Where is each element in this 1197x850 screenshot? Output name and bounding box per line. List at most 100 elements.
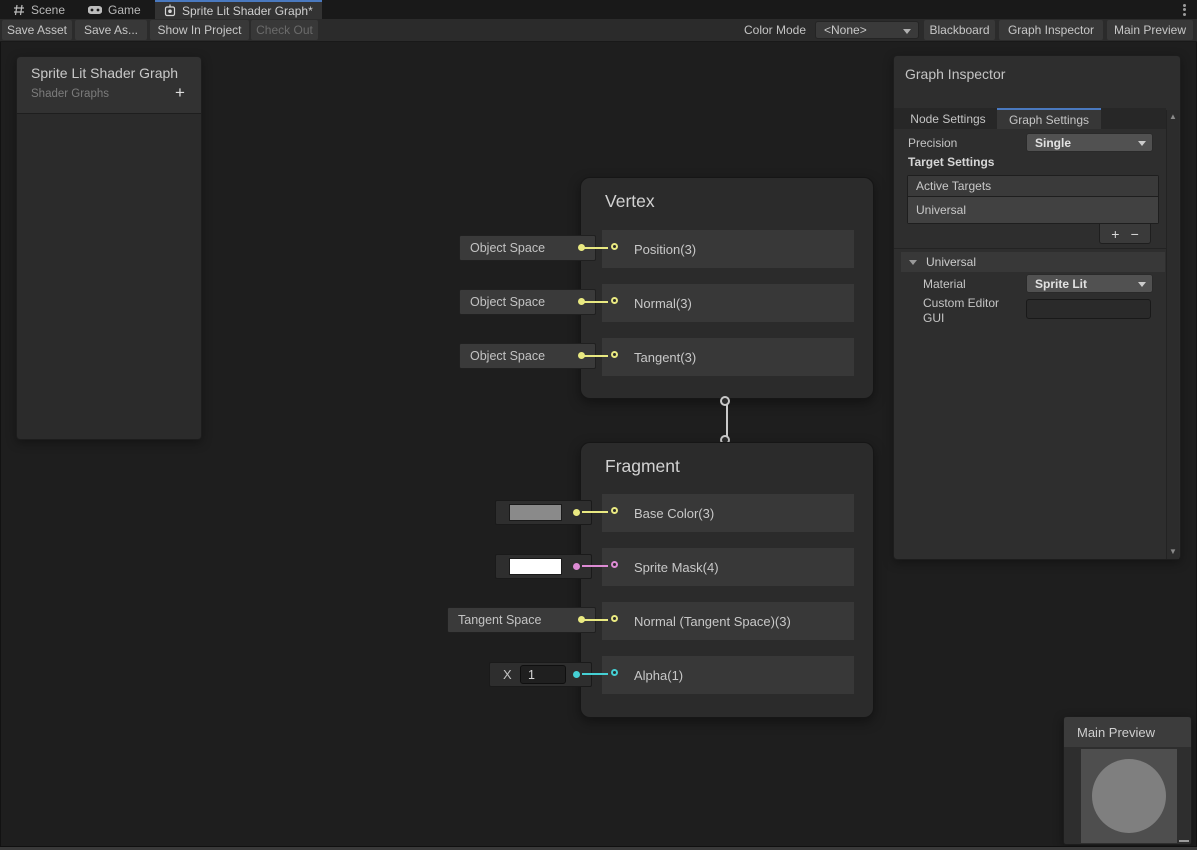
blackboard-subtitle: Shader Graphs — [31, 88, 109, 100]
active-target-item[interactable]: Universal — [908, 197, 1158, 223]
blackboard-header: Sprite Lit Shader Graph Shader Graphs + — [17, 57, 201, 114]
base-color-field[interactable] — [495, 500, 592, 525]
scroll-up-icon[interactable]: ▲ — [1169, 113, 1177, 121]
gamepad-icon — [88, 5, 102, 15]
custom-editor-gui-label: Custom Editor GUI — [923, 296, 1018, 326]
wire — [582, 619, 608, 621]
sprite-mask-port-icon[interactable] — [611, 561, 618, 568]
precision-label: Precision — [908, 136, 957, 150]
graph-inspector-panel[interactable]: Graph Inspector Node Settings Graph Sett… — [893, 55, 1181, 560]
window-tab-bar: Scene Game Sprite Lit Shader Graph* — [0, 0, 1197, 19]
tab-label: Node Settings — [910, 112, 985, 126]
blackboard-title: Sprite Lit Shader Graph — [31, 65, 178, 81]
normal-port-icon[interactable] — [611, 297, 618, 304]
fragment-port-normal-ts: Normal (Tangent Space)(3) — [602, 602, 854, 640]
edge-ring-top[interactable] — [720, 396, 730, 406]
show-in-project-button[interactable]: Show In Project — [150, 20, 249, 40]
base-color-port-icon[interactable] — [611, 507, 618, 514]
dropdown-value: <None> — [824, 23, 867, 37]
inspector-tab-strip: Node Settings Graph Settings — [894, 108, 1166, 129]
port-label: Tangent(3) — [634, 338, 696, 376]
preview-render-area — [1081, 749, 1177, 843]
add-property-button[interactable]: + — [170, 83, 190, 103]
port-label: Base Color(3) — [634, 494, 714, 532]
shader-graph-window: Scene Game Sprite Lit Shader Graph* Save… — [0, 0, 1197, 850]
foldout-triangle-icon — [909, 260, 917, 265]
normal-tangent-space-dropdown[interactable]: Tangent Space — [447, 607, 596, 633]
remove-target-button[interactable]: − — [1131, 226, 1139, 242]
fragment-port-base-color: Base Color(3) — [602, 494, 854, 532]
blackboard-toggle-button[interactable]: Blackboard — [924, 20, 995, 40]
port-connector-dot[interactable] — [573, 563, 580, 570]
wire — [582, 301, 608, 303]
window-bottom-strip — [0, 846, 1197, 850]
main-preview-toggle-button[interactable]: Main Preview — [1107, 20, 1193, 40]
save-as-button[interactable]: Save As... — [75, 20, 147, 40]
port-label: Sprite Mask(4) — [634, 548, 719, 586]
color-mode-label: Color Mode — [744, 20, 806, 40]
universal-foldout[interactable]: Universal — [901, 252, 1165, 272]
fragment-port-alpha: Alpha(1) — [602, 656, 854, 694]
add-target-button[interactable]: + — [1111, 226, 1119, 242]
button-label: Check Out — [256, 23, 313, 37]
active-targets-list: Active Targets Universal — [907, 175, 1159, 224]
scroll-down-icon[interactable]: ▼ — [1169, 548, 1177, 556]
divider — [894, 248, 1166, 249]
custom-editor-gui-input[interactable] — [1026, 299, 1151, 319]
vertex-node-title: Vertex — [605, 191, 655, 212]
tab-scene[interactable]: Scene — [4, 0, 74, 19]
tab-graph-settings[interactable]: Graph Settings — [997, 108, 1101, 129]
dropdown-value: Object Space — [470, 241, 545, 255]
graph-inspector-toggle-button[interactable]: Graph Inspector — [999, 20, 1103, 40]
grid-icon — [13, 4, 25, 16]
port-connector-dot[interactable] — [573, 509, 580, 516]
label-line: GUI — [923, 311, 944, 325]
vertex-port-normal: Normal(3) — [602, 284, 854, 322]
main-preview-header: Main Preview — [1064, 717, 1191, 747]
port-label: Normal (Tangent Space)(3) — [634, 602, 791, 640]
foldout-label: Universal — [926, 255, 976, 269]
port-connector-dot[interactable] — [573, 671, 580, 678]
chevron-down-icon — [1138, 282, 1146, 287]
port-label: Normal(3) — [634, 284, 692, 322]
precision-dropdown[interactable]: Single — [1026, 133, 1153, 152]
tab-label: Scene — [31, 3, 65, 17]
color-mode-dropdown[interactable]: <None> — [815, 21, 919, 39]
target-settings-label: Target Settings — [908, 155, 994, 169]
tangent-space-dropdown[interactable]: Object Space — [459, 343, 596, 369]
wire — [582, 565, 608, 567]
color-swatch[interactable] — [509, 504, 562, 521]
position-space-dropdown[interactable]: Object Space — [459, 235, 596, 261]
main-preview-panel[interactable]: Main Preview — [1063, 716, 1192, 845]
vertex-node[interactable]: Vertex Position(3) Normal(3) Tangent(3) — [580, 177, 874, 399]
tab-label: Graph Settings — [1009, 113, 1089, 127]
alpha-port-icon[interactable] — [611, 669, 618, 676]
color-swatch[interactable] — [509, 558, 562, 575]
position-port-icon[interactable] — [611, 243, 618, 250]
dropdown-value: Tangent Space — [458, 613, 541, 627]
dropdown-value: Sprite Lit — [1035, 277, 1087, 291]
button-label: Save As... — [84, 23, 138, 37]
inspector-scrollbar[interactable]: ▲ ▼ — [1166, 110, 1179, 559]
tab-game[interactable]: Game — [79, 0, 150, 19]
more-menu-icon[interactable] — [1178, 2, 1190, 17]
fragment-node[interactable]: Fragment Base Color(3) Sprite Mask(4) No… — [580, 442, 874, 718]
dropdown-value: Object Space — [470, 295, 545, 309]
tab-sprite-lit-shader-graph[interactable]: Sprite Lit Shader Graph* — [155, 0, 322, 19]
wire — [582, 511, 608, 513]
tab-node-settings[interactable]: Node Settings — [899, 108, 997, 129]
wire — [582, 247, 608, 249]
save-asset-button[interactable]: Save Asset — [2, 20, 72, 40]
resize-handle[interactable] — [1179, 839, 1189, 842]
normal-space-dropdown[interactable]: Object Space — [459, 289, 596, 315]
vertex-port-position: Position(3) — [602, 230, 854, 268]
material-dropdown[interactable]: Sprite Lit — [1026, 274, 1153, 293]
sprite-mask-color-field[interactable] — [495, 554, 592, 579]
tangent-port-icon[interactable] — [611, 351, 618, 358]
wire — [582, 673, 608, 675]
dropdown-value: Object Space — [470, 349, 545, 363]
alpha-value-input[interactable] — [520, 665, 566, 684]
blackboard-panel[interactable]: Sprite Lit Shader Graph Shader Graphs + — [16, 56, 202, 440]
normal-ts-port-icon[interactable] — [611, 615, 618, 622]
button-label: Blackboard — [929, 23, 989, 37]
